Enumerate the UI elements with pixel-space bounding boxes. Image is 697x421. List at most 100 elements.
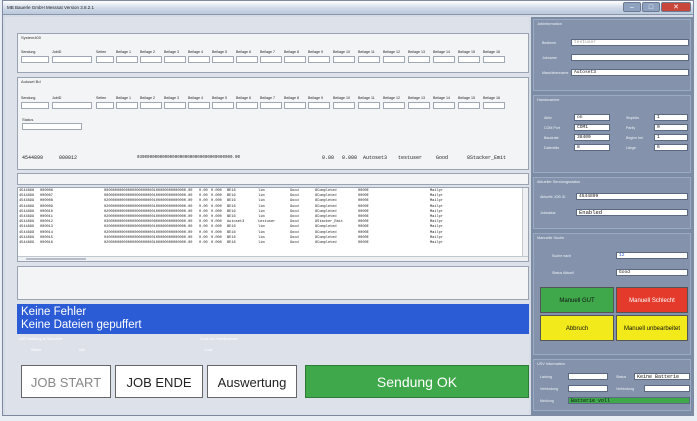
column-cell[interactable]	[21, 56, 49, 63]
column-header: Beilage 16	[483, 96, 500, 100]
minimize-icon[interactable]: –	[623, 2, 641, 12]
ladung-field[interactable]	[568, 373, 608, 380]
status-aktuell-field[interactable]: Good	[616, 269, 688, 276]
log-row[interactable]: 4544899 000008 020000000000000000000001000…	[18, 199, 528, 203]
suche-input[interactable]: 12	[616, 252, 688, 259]
column-cell[interactable]	[383, 102, 405, 109]
jobid-field[interactable]: 4544899	[576, 193, 688, 200]
usv-status-label: Status	[616, 375, 627, 379]
column-cell[interactable]	[236, 102, 258, 109]
maximize-icon[interactable]: □	[642, 2, 660, 12]
log-cell-code: 02000000000000000000000100000000000000.0…	[104, 230, 193, 235]
column-cell[interactable]	[96, 102, 114, 109]
log-row[interactable]: 4544899 000012 030000000000000000000000000…	[18, 220, 528, 224]
jobname-field[interactable]	[571, 54, 689, 61]
column-cell[interactable]	[458, 102, 480, 109]
manuell-schlecht-button[interactable]: Manuell Schlecht	[616, 287, 688, 313]
sendung-ok-button[interactable]: Sendung OK	[305, 365, 529, 398]
log-row[interactable]: 4544899 000011 020000000000000000000001000…	[18, 215, 528, 219]
column-cell[interactable]	[212, 56, 234, 63]
column-cell[interactable]	[164, 56, 186, 63]
log-row[interactable]: 4544899 000010 020000000000000000000001000…	[18, 210, 528, 214]
log-cell-a: 0.00	[199, 241, 208, 245]
log-cell-d: lim	[258, 235, 265, 240]
parity-field[interactable]: 0	[654, 124, 688, 131]
column-cell[interactable]	[116, 56, 138, 63]
log-row[interactable]: 4544899 000015 040000000000000000000001000…	[18, 236, 528, 240]
verbindung-field[interactable]	[568, 385, 608, 392]
column-cell[interactable]	[308, 102, 330, 109]
column-cell[interactable]	[52, 56, 92, 63]
column-header: Seiten	[96, 96, 107, 100]
log-cell-c: BE16	[227, 209, 236, 214]
column-cell[interactable]	[212, 102, 234, 109]
verbindung2-field[interactable]	[644, 385, 690, 392]
column-cell[interactable]	[333, 56, 355, 63]
column-cell[interactable]	[284, 102, 306, 109]
column-cell[interactable]	[188, 56, 210, 63]
log-row[interactable]: 4544899 000007 000000000000000000000001000…	[18, 194, 528, 198]
column-cell[interactable]	[358, 56, 380, 63]
aktiv-field[interactable]: on	[574, 114, 610, 121]
column-cell[interactable]	[284, 56, 306, 63]
usv-status-field[interactable]: Keine Batterie	[634, 373, 690, 380]
column-cell[interactable]	[308, 56, 330, 63]
log-row[interactable]: 4544899 000016 020000000000000000000001000…	[18, 241, 528, 245]
manuell-gut-button[interactable]: Manuell GUT	[540, 287, 614, 313]
status-stacker: 8Stacker_Emit	[467, 155, 507, 161]
column-cell[interactable]	[383, 56, 405, 63]
laenge-field[interactable]: 6	[654, 144, 688, 151]
title-bar[interactable]: MB Bauerle GmbH Messsat Version 3.8.2.1 …	[3, 1, 693, 15]
column-cell[interactable]	[96, 56, 114, 63]
status-field[interactable]	[22, 123, 82, 130]
log-row[interactable]: 4544898 000006 000000000000000000000001000…	[18, 189, 528, 193]
log-list[interactable]: 4544898 000006 000000000000000000000001000…	[17, 187, 529, 262]
bediener-field[interactable]: testuser	[571, 39, 689, 46]
close-icon[interactable]: ✕	[661, 2, 691, 12]
log-cell-c: BE16	[227, 215, 236, 219]
column-header: Beilage 10	[333, 50, 350, 54]
column-cell[interactable]	[483, 56, 505, 63]
column-header: Beilage 4	[188, 50, 203, 54]
datenbits-field[interactable]: 8	[574, 144, 610, 151]
column-cell[interactable]	[433, 102, 455, 109]
log-cell-id: 4544899	[19, 235, 35, 240]
maschinenname-field[interactable]: Autoset3	[571, 69, 689, 76]
column-cell[interactable]	[116, 102, 138, 109]
log-scrollbar[interactable]	[522, 188, 528, 261]
log-row[interactable]: 4544899 000013 020000000000000000000001000…	[18, 225, 528, 229]
column-cell[interactable]	[408, 102, 430, 109]
column-cell[interactable]	[140, 56, 162, 63]
auswertung-button[interactable]: Auswertung	[207, 365, 297, 398]
column-cell[interactable]	[358, 102, 380, 109]
log-cell-b: 0.000	[211, 241, 222, 245]
manuell-unbearbeitet-button[interactable]: Manuell unbearbeitet	[616, 315, 688, 341]
column-cell[interactable]	[260, 102, 282, 109]
column-cell[interactable]	[236, 56, 258, 63]
job-ende-button[interactable]: JOB ENDE	[115, 365, 203, 398]
abbruch-button[interactable]: Abbruch	[540, 315, 614, 341]
stopbits-field[interactable]: 1	[654, 114, 688, 121]
log-hscrollbar[interactable]	[18, 256, 528, 261]
code-scanner-label: Code von Handscanner	[200, 337, 238, 341]
column-cell[interactable]	[458, 56, 480, 63]
beginn-field[interactable]: 1	[654, 134, 688, 141]
column-header: Beilage 13	[408, 50, 425, 54]
column-cell[interactable]	[483, 102, 505, 109]
com-field[interactable]: COM1	[574, 124, 610, 131]
baud-field[interactable]: 38400	[574, 134, 610, 141]
jobstatus-field[interactable]: Enabled	[576, 209, 688, 216]
column-cell[interactable]	[260, 56, 282, 63]
column-cell[interactable]	[408, 56, 430, 63]
meldung-field[interactable]: Batterie voll	[568, 397, 690, 404]
column-cell[interactable]	[333, 102, 355, 109]
job-start-button[interactable]: JOB START	[21, 365, 111, 398]
column-cell[interactable]	[140, 102, 162, 109]
column-cell[interactable]	[164, 102, 186, 109]
column-cell[interactable]	[433, 56, 455, 63]
column-cell[interactable]	[21, 102, 49, 109]
log-row[interactable]: 4544899 000014 020000000000000000000001000…	[18, 231, 528, 235]
log-row[interactable]: 4544899 000009 020000000000000000000001000…	[18, 205, 528, 209]
column-cell[interactable]	[188, 102, 210, 109]
column-cell[interactable]	[52, 102, 92, 109]
